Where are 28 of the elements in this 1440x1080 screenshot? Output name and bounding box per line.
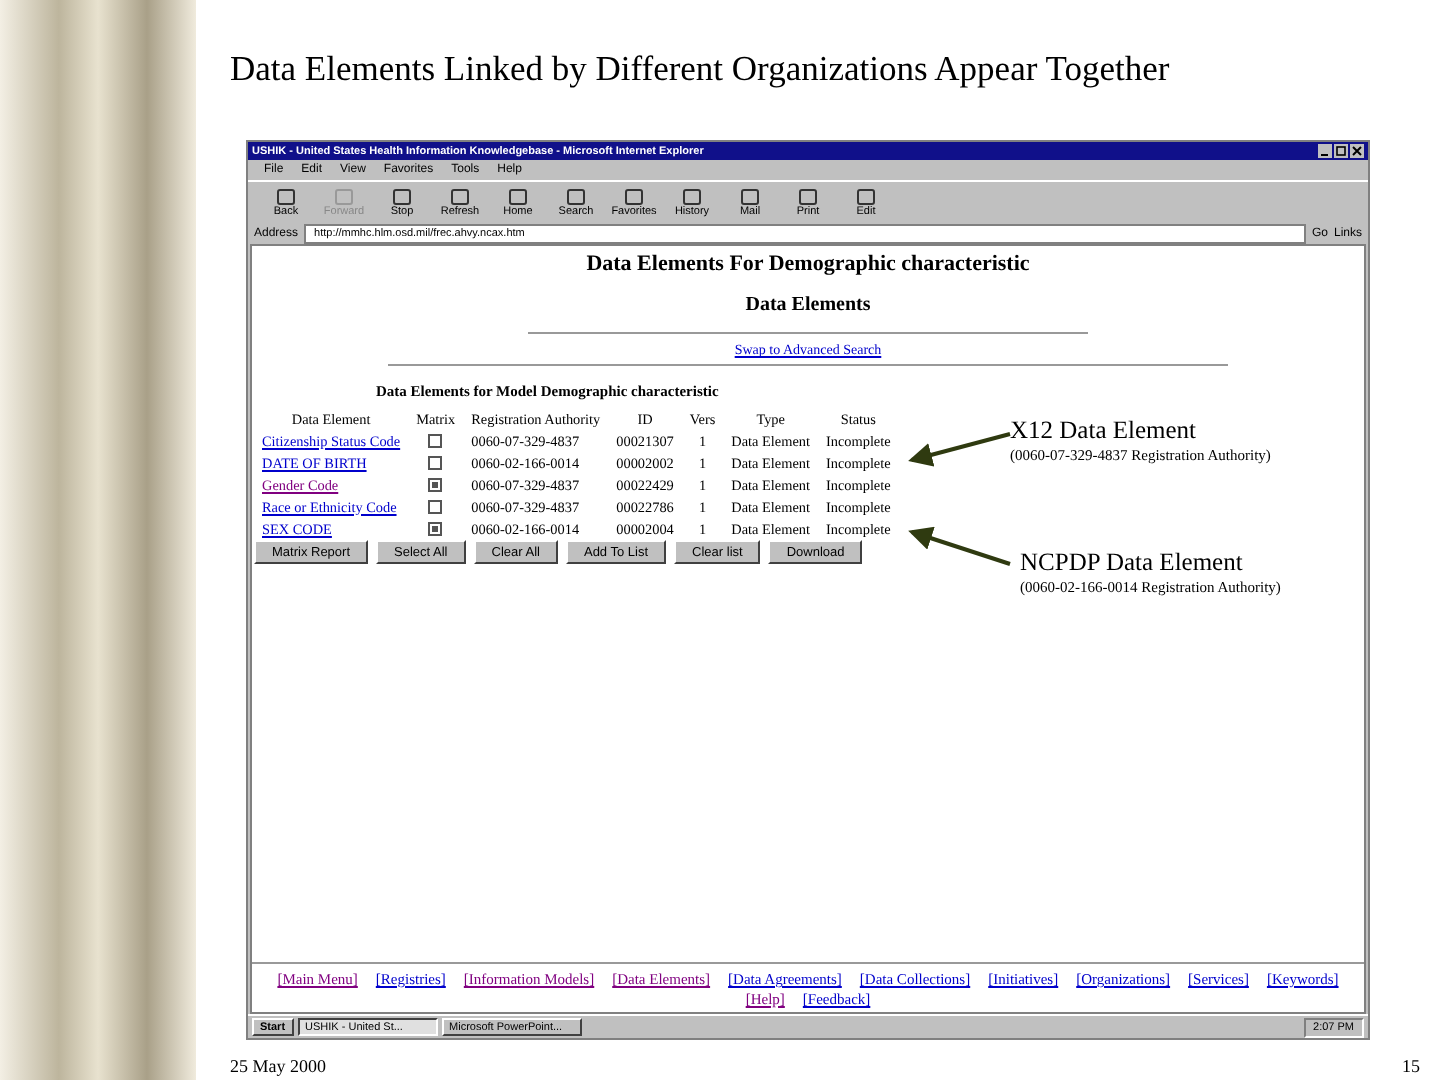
close-icon[interactable]	[1350, 144, 1364, 158]
maximize-icon[interactable]	[1334, 144, 1348, 158]
callout-title: X12 Data Element	[1010, 416, 1199, 446]
toolbar-icon	[392, 187, 412, 205]
toolbar-icon	[450, 187, 470, 205]
slide-date: 25 May 2000	[230, 1056, 326, 1076]
toolbar-icon	[856, 187, 876, 205]
matrix-checkbox[interactable]	[428, 522, 443, 537]
matrix-checkbox[interactable]	[428, 434, 443, 449]
callout-arrow	[908, 432, 1011, 467]
callout-title: NCPDP Data Element	[1020, 548, 1245, 578]
callout-arrow	[908, 526, 1011, 566]
toolbar-icon	[334, 187, 354, 205]
page-number: 15	[1402, 1056, 1420, 1076]
toolbar-icon	[798, 187, 818, 205]
page-subheading: Data Elements	[743, 294, 873, 316]
page-heading: Data Elements For Demographic characteristic	[584, 252, 1032, 276]
toolbar-icon	[624, 187, 644, 205]
matrix-checkbox[interactable]	[428, 478, 443, 493]
toolbar-icon	[566, 187, 586, 205]
slide-title: Data Elements Linked by Different Organizations Appear Together	[230, 48, 1172, 92]
toolbar-icon	[276, 187, 296, 205]
matrix-checkbox[interactable]	[428, 456, 443, 471]
toolbar-icon	[740, 187, 760, 205]
minimize-icon[interactable]	[1318, 144, 1332, 158]
matrix-checkbox[interactable]	[428, 500, 443, 515]
toolbar-icon	[682, 187, 702, 205]
toolbar-icon	[508, 187, 528, 205]
